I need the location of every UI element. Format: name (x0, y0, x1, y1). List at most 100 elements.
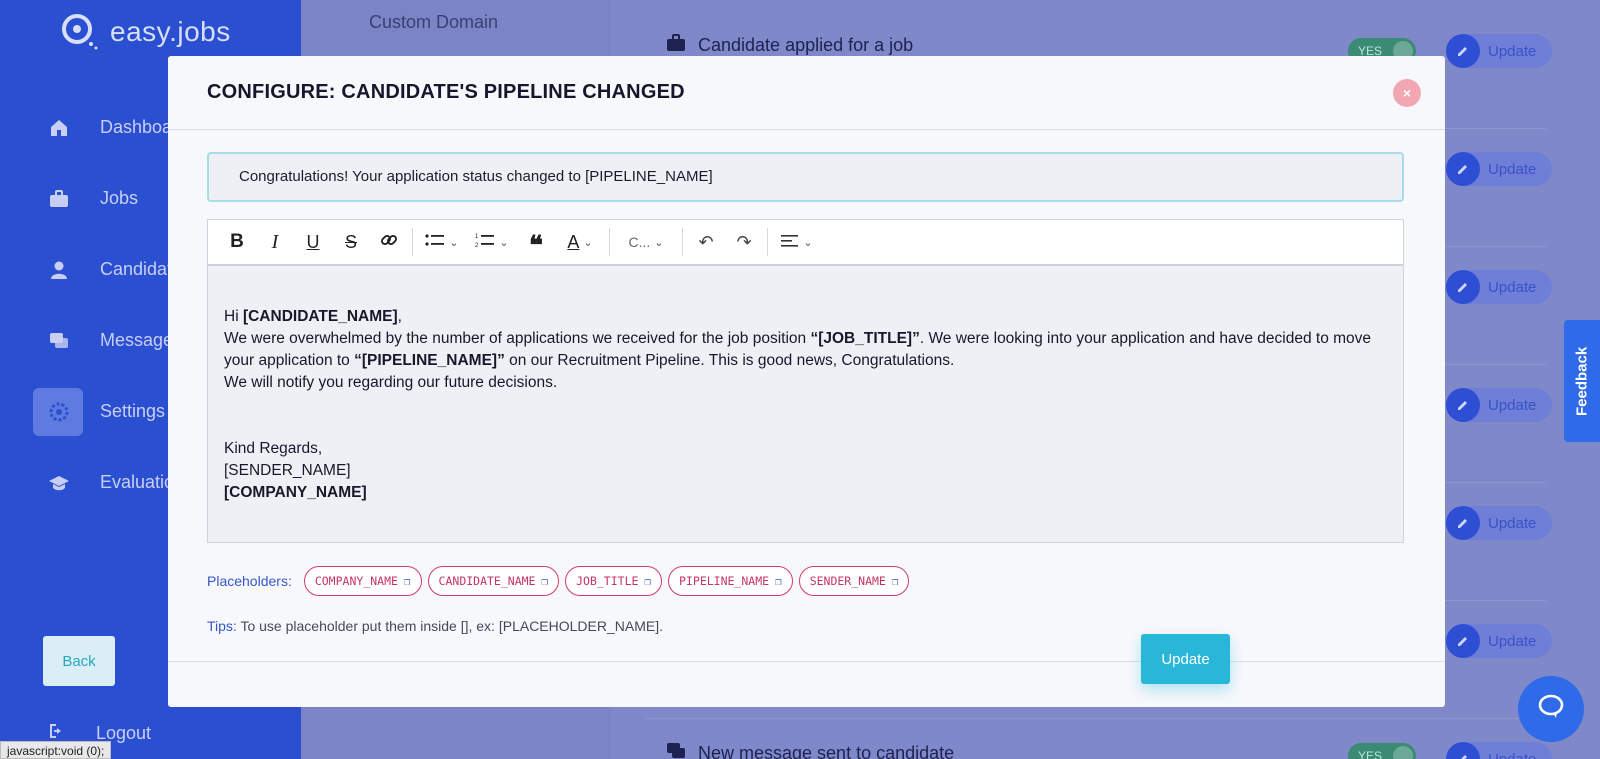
notification-row-title: Candidate applied for a job (666, 34, 913, 57)
placeholder-chip-candidate-name[interactable]: CANDIDATE_NAME ❐ (427, 566, 560, 596)
chevron-down-icon: ⌄ (499, 236, 509, 249)
link-button[interactable] (370, 225, 408, 259)
align-dropdown[interactable]: ⌄ (772, 225, 822, 259)
body-company: [COMPANY_NAME] (224, 484, 367, 501)
font-color-icon: A (567, 231, 580, 252)
toolbar-separator (682, 228, 683, 256)
user-icon (48, 259, 70, 281)
logo[interactable]: easy.jobs (60, 12, 231, 52)
body-regards: Kind Regards, (224, 440, 323, 457)
chevron-down-icon: ⌄ (449, 236, 459, 249)
feedback-tab[interactable]: Feedback (1564, 320, 1600, 442)
strikethrough-button[interactable]: S (332, 225, 370, 259)
placeholder-chip-pipeline-name[interactable]: PIPELINE_NAME ❐ (668, 566, 793, 596)
tips-label: Tips: (207, 618, 237, 634)
body-greeting: Hi [CANDIDATE_NAME], (224, 308, 402, 325)
settings-menu-custom-domain[interactable]: Custom Domain (369, 12, 498, 33)
body-sender: [SENDER_NAME] (224, 462, 351, 479)
update-button[interactable]: Update (1141, 634, 1230, 684)
notification-update-button[interactable]: Update (1446, 624, 1552, 658)
notification-toggle[interactable]: YES (1348, 743, 1416, 759)
placeholder-chip-job-title[interactable]: JOB_TITLE ❐ (565, 566, 663, 596)
font-color-dropdown[interactable]: A ⌄ (555, 225, 605, 259)
toolbar-separator (412, 228, 413, 256)
chat-bubble-icon (1537, 693, 1565, 726)
pencil-icon (1446, 34, 1480, 68)
link-icon (380, 231, 398, 254)
chevron-down-icon: ⌄ (583, 236, 593, 249)
sidebar-item-label: Jobs (100, 188, 139, 208)
chat-icon (666, 742, 686, 759)
align-left-icon (781, 232, 799, 253)
toolbar-separator (609, 228, 610, 256)
configure-modal: CONFIGURE: CANDIDATE'S PIPELINE CHANGED … (168, 56, 1445, 707)
placeholder-chip-sender-name[interactable]: SENDER_NAME ❐ (798, 566, 910, 596)
notification-update-button[interactable]: Update (1446, 34, 1552, 68)
redo-button[interactable]: ↷ (725, 225, 763, 259)
notification-update-button[interactable]: Update (1446, 742, 1552, 759)
email-body-editor[interactable]: Hi [CANDIDATE_NAME], We were overwhelmed… (207, 264, 1404, 543)
back-button[interactable]: Back (43, 636, 115, 686)
copy-icon: ❐ (403, 574, 411, 588)
bulleted-list-icon (425, 232, 445, 253)
notification-update-button[interactable]: Update (1446, 388, 1552, 422)
editor-toolbar: B I U S ⌄ 1 2 ⌄ ❝ A ⌄ C... ⌄ ↶ ↷ ⌄ (207, 219, 1404, 265)
quote-icon: ❝ (529, 231, 543, 260)
modal-title: CONFIGURE: CANDIDATE'S PIPELINE CHANGED (207, 81, 685, 103)
placeholders-row: Placeholders: COMPANY_NAME ❐ CANDIDATE_NA… (207, 566, 910, 596)
copy-icon: ❐ (775, 574, 782, 588)
font-family-dropdown[interactable]: C... ⌄ (614, 225, 678, 259)
bulleted-list-dropdown[interactable]: ⌄ (417, 225, 467, 259)
chat-icon (48, 330, 70, 352)
undo-icon: ↶ (698, 231, 714, 252)
redo-icon: ↷ (736, 231, 752, 252)
logo-icon (60, 12, 100, 52)
blockquote-button[interactable]: ❝ (517, 225, 555, 259)
underline-button[interactable]: U (294, 225, 332, 259)
italic-icon: I (271, 230, 279, 253)
modal-footer-divider (168, 661, 1445, 662)
underline-icon: U (306, 231, 320, 252)
close-button[interactable]: × (1393, 79, 1421, 107)
chevron-down-icon: ⌄ (803, 236, 813, 249)
bold-button[interactable]: B (218, 225, 256, 259)
numbered-list-icon: 12 (475, 232, 495, 253)
pencil-icon (1446, 270, 1480, 304)
copy-icon: ❐ (541, 574, 549, 588)
undo-button[interactable]: ↶ (687, 225, 725, 259)
copy-icon: ❐ (644, 574, 652, 588)
graduation-cap-icon (48, 472, 70, 494)
notification-update-button[interactable]: Update (1446, 152, 1552, 186)
strikethrough-icon: S (344, 231, 357, 252)
browser-status-bar: javascript:void (0); (0, 741, 112, 759)
italic-button[interactable]: I (256, 225, 294, 259)
notification-update-button[interactable]: Update (1446, 270, 1552, 304)
pencil-icon (1446, 152, 1480, 186)
tips-text: Tips: To use placeholder put them inside… (207, 618, 663, 634)
bold-icon: B (230, 231, 244, 252)
home-icon (48, 117, 70, 139)
pencil-icon (1446, 624, 1480, 658)
svg-text:1: 1 (475, 234, 479, 240)
numbered-list-dropdown[interactable]: 1 2 ⌄ (467, 225, 517, 259)
notification-row-title: New message sent to candidate (666, 742, 954, 759)
row-divider (646, 718, 1546, 719)
placeholders-label: Placeholders: (207, 573, 292, 589)
gear-icon (48, 401, 70, 423)
font-family-value: C... (628, 234, 651, 250)
pencil-icon (1446, 388, 1480, 422)
briefcase-icon (48, 188, 70, 210)
subject-input[interactable]: Congratulations! Your application status… (207, 152, 1404, 202)
notification-update-button[interactable]: Update (1446, 506, 1552, 540)
help-chat-button[interactable] (1518, 676, 1584, 742)
pencil-icon (1446, 506, 1480, 540)
modal-header: CONFIGURE: CANDIDATE'S PIPELINE CHANGED … (168, 56, 1445, 130)
close-icon: × (1402, 85, 1412, 101)
copy-icon: ❐ (891, 574, 899, 588)
toolbar-separator (767, 228, 768, 256)
body-paragraph-1: We were overwhelmed by the number of app… (224, 330, 1372, 369)
placeholder-chip-company-name[interactable]: COMPANY_NAME ❐ (303, 566, 422, 596)
briefcase-icon (666, 34, 686, 57)
logo-text: easy.jobs (110, 16, 231, 47)
svg-text:2: 2 (475, 243, 479, 248)
